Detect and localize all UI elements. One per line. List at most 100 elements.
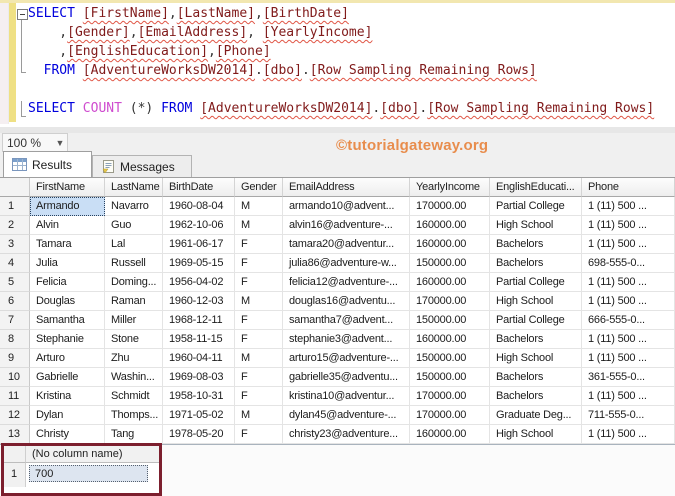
grid-row-number[interactable]: 5 <box>0 273 30 292</box>
grid-cell[interactable]: Gabrielle <box>30 368 105 387</box>
grid-cell[interactable]: 1969-08-03 <box>163 368 235 387</box>
grid-cell[interactable]: Kristina <box>30 387 105 406</box>
grid-row-number[interactable]: 2 <box>0 216 30 235</box>
grid-cell[interactable]: Stephanie <box>30 330 105 349</box>
grid-cell[interactable]: Zhu <box>105 349 163 368</box>
grid-cell[interactable]: F <box>235 311 283 330</box>
grid-cell[interactable]: Samantha <box>30 311 105 330</box>
count-grid-corner[interactable] <box>4 446 26 463</box>
grid-cell[interactable]: 1 (11) 500 ... <box>582 292 675 311</box>
tab-results[interactable]: Results <box>3 151 92 177</box>
grid-cell[interactable]: Bachelors <box>490 254 582 273</box>
grid-cell[interactable]: 1956-04-02 <box>163 273 235 292</box>
grid-cell[interactable]: 1961-06-17 <box>163 235 235 254</box>
grid-cell[interactable]: 1968-12-11 <box>163 311 235 330</box>
grid-column-header[interactable]: Gender <box>235 178 283 197</box>
grid-cell[interactable]: F <box>235 273 283 292</box>
grid-cell[interactable]: Guo <box>105 216 163 235</box>
grid-cell[interactable]: 150000.00 <box>410 368 490 387</box>
grid-cell[interactable]: 160000.00 <box>410 235 490 254</box>
grid-row-number[interactable]: 6 <box>0 292 30 311</box>
grid-cell[interactable]: douglas16@adventu... <box>283 292 410 311</box>
grid-corner-cell[interactable] <box>0 178 30 197</box>
grid-cell[interactable]: alvin16@adventure-... <box>283 216 410 235</box>
grid-cell[interactable]: High School <box>490 425 582 444</box>
grid-row-number[interactable]: 4 <box>0 254 30 273</box>
grid-cell[interactable]: gabrielle35@adventu... <box>283 368 410 387</box>
count-value-cell[interactable]: 700 <box>29 465 148 482</box>
grid-cell[interactable]: arturo15@adventure-... <box>283 349 410 368</box>
grid-row-number[interactable]: 1 <box>0 197 30 216</box>
grid-row-number[interactable]: 10 <box>0 368 30 387</box>
zoom-level-select[interactable]: 100 % ▼ <box>2 133 68 152</box>
grid-cell[interactable]: Bachelors <box>490 387 582 406</box>
grid-cell[interactable]: 711-555-0... <box>582 406 675 425</box>
grid-cell[interactable]: 666-555-0... <box>582 311 675 330</box>
grid-cell[interactable]: Thomps... <box>105 406 163 425</box>
grid-cell[interactable]: F <box>235 235 283 254</box>
grid-row-number[interactable]: 8 <box>0 330 30 349</box>
grid-cell[interactable]: 1978-05-20 <box>163 425 235 444</box>
grid-cell[interactable]: dylan45@adventure-... <box>283 406 410 425</box>
grid-cell[interactable]: F <box>235 368 283 387</box>
grid-cell[interactable]: Felicia <box>30 273 105 292</box>
grid-cell[interactable]: M <box>235 197 283 216</box>
grid-cell[interactable]: F <box>235 387 283 406</box>
grid-column-header[interactable]: YearlyIncome <box>410 178 490 197</box>
grid-cell[interactable]: Partial College <box>490 197 582 216</box>
grid-cell[interactable]: 160000.00 <box>410 216 490 235</box>
grid-cell[interactable]: Russell <box>105 254 163 273</box>
grid-cell[interactable]: High School <box>490 216 582 235</box>
grid-column-header[interactable]: Phone <box>582 178 675 197</box>
grid-cell[interactable]: 1971-05-02 <box>163 406 235 425</box>
grid-cell[interactable]: Washin... <box>105 368 163 387</box>
grid-cell[interactable]: 150000.00 <box>410 254 490 273</box>
tab-messages[interactable]: Messages <box>92 155 192 177</box>
grid-cell[interactable]: 1960-08-04 <box>163 197 235 216</box>
grid-row-number[interactable]: 7 <box>0 311 30 330</box>
grid-cell[interactable]: 150000.00 <box>410 311 490 330</box>
grid-cell[interactable]: Partial College <box>490 311 582 330</box>
grid-cell[interactable]: 1 (11) 500 ... <box>582 425 675 444</box>
grid-cell[interactable]: felicia12@adventure-... <box>283 273 410 292</box>
grid-cell[interactable]: Miller <box>105 311 163 330</box>
grid-cell[interactable]: Tang <box>105 425 163 444</box>
count-grid-row-number[interactable]: 1 <box>4 463 26 487</box>
grid-cell[interactable]: F <box>235 425 283 444</box>
grid-cell[interactable]: 160000.00 <box>410 273 490 292</box>
grid-row-number[interactable]: 11 <box>0 387 30 406</box>
pane-splitter[interactable] <box>0 127 675 133</box>
grid-cell[interactable]: 1960-04-11 <box>163 349 235 368</box>
grid-cell[interactable]: F <box>235 330 283 349</box>
grid-cell[interactable]: M <box>235 216 283 235</box>
grid-cell[interactable]: Bachelors <box>490 235 582 254</box>
grid-row-number[interactable]: 13 <box>0 425 30 444</box>
grid-cell[interactable]: 1 (11) 500 ... <box>582 349 675 368</box>
grid-cell[interactable]: 1962-10-06 <box>163 216 235 235</box>
grid-cell[interactable]: Raman <box>105 292 163 311</box>
grid-cell[interactable]: Schmidt <box>105 387 163 406</box>
grid-cell[interactable]: 160000.00 <box>410 425 490 444</box>
grid-cell[interactable]: M <box>235 406 283 425</box>
grid-cell[interactable]: 361-555-0... <box>582 368 675 387</box>
grid-cell[interactable]: 1969-05-15 <box>163 254 235 273</box>
grid-cell[interactable]: Navarro <box>105 197 163 216</box>
count-grid-column-header[interactable]: (No column name) <box>26 446 159 463</box>
grid-row-number[interactable]: 12 <box>0 406 30 425</box>
grid-cell[interactable]: Bachelors <box>490 368 582 387</box>
grid-cell[interactable]: 1 (11) 500 ... <box>582 216 675 235</box>
grid-cell[interactable]: Stone <box>105 330 163 349</box>
grid-cell[interactable]: 1 (11) 500 ... <box>582 330 675 349</box>
grid-row-number[interactable]: 9 <box>0 349 30 368</box>
grid-cell[interactable]: 1 (11) 500 ... <box>582 273 675 292</box>
grid-cell[interactable]: 170000.00 <box>410 197 490 216</box>
grid-column-header[interactable]: EnglishEducati... <box>490 178 582 197</box>
grid-cell[interactable]: Graduate Deg... <box>490 406 582 425</box>
grid-cell[interactable]: 170000.00 <box>410 387 490 406</box>
grid-cell[interactable]: F <box>235 254 283 273</box>
grid-cell[interactable]: stephanie3@advent... <box>283 330 410 349</box>
grid-cell[interactable]: christy23@adventure... <box>283 425 410 444</box>
grid-cell[interactable]: High School <box>490 292 582 311</box>
grid-cell[interactable]: 1 (11) 500 ... <box>582 235 675 254</box>
grid-cell[interactable]: 150000.00 <box>410 349 490 368</box>
